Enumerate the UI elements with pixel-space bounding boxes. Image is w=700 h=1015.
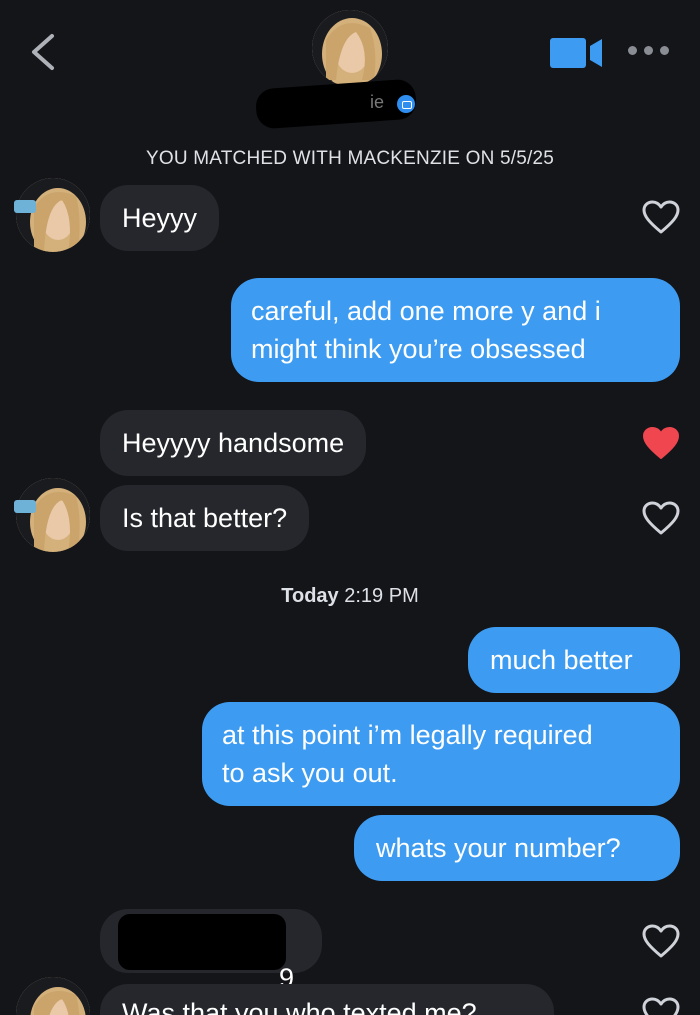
heart-outline-icon[interactable] bbox=[641, 199, 681, 235]
verified-badge-icon bbox=[397, 95, 415, 113]
outgoing-message[interactable]: much better bbox=[468, 627, 680, 693]
contact-name-suffix: ie bbox=[370, 92, 385, 112]
timestamp-divider: Today 2:19 PM bbox=[0, 585, 700, 608]
incoming-message[interactable]: Heyyyy handsome bbox=[100, 410, 367, 476]
video-camera-icon[interactable] bbox=[548, 36, 604, 70]
outgoing-message[interactable]: whats your number? bbox=[354, 815, 680, 881]
heart-outline-icon[interactable] bbox=[641, 923, 681, 959]
redaction-block bbox=[118, 914, 286, 970]
match-banner: YOU MATCHED WITH MACKENZIE ON 5/5/25 bbox=[145, 148, 554, 169]
more-dots-icon[interactable] bbox=[628, 38, 678, 62]
heart-outline-icon[interactable] bbox=[641, 500, 681, 536]
timestamp-day: Today bbox=[281, 585, 339, 607]
redacted-contact-name bbox=[254, 78, 418, 130]
sender-avatar[interactable] bbox=[16, 478, 90, 552]
incoming-message[interactable]: Was that you who texted me? bbox=[100, 984, 554, 1015]
outgoing-message[interactable]: at this point i’m legally required to as… bbox=[202, 702, 680, 806]
incoming-message[interactable]: Is that better? bbox=[100, 485, 310, 551]
sender-avatar[interactable] bbox=[16, 977, 90, 1015]
sender-avatar[interactable] bbox=[16, 178, 90, 252]
timestamp-time: 2:19 PM bbox=[344, 585, 419, 607]
avatar-overlay-badge bbox=[14, 200, 36, 213]
heart-outline-icon[interactable] bbox=[641, 996, 681, 1015]
contact-avatar[interactable] bbox=[312, 10, 388, 86]
heart-filled-icon[interactable] bbox=[641, 425, 681, 461]
incoming-message[interactable]: Heyyy bbox=[100, 185, 220, 251]
outgoing-message[interactable]: careful, add one more y and i might thin… bbox=[231, 278, 680, 382]
chevron-left-icon[interactable] bbox=[22, 30, 62, 74]
avatar-overlay-badge bbox=[14, 500, 36, 513]
